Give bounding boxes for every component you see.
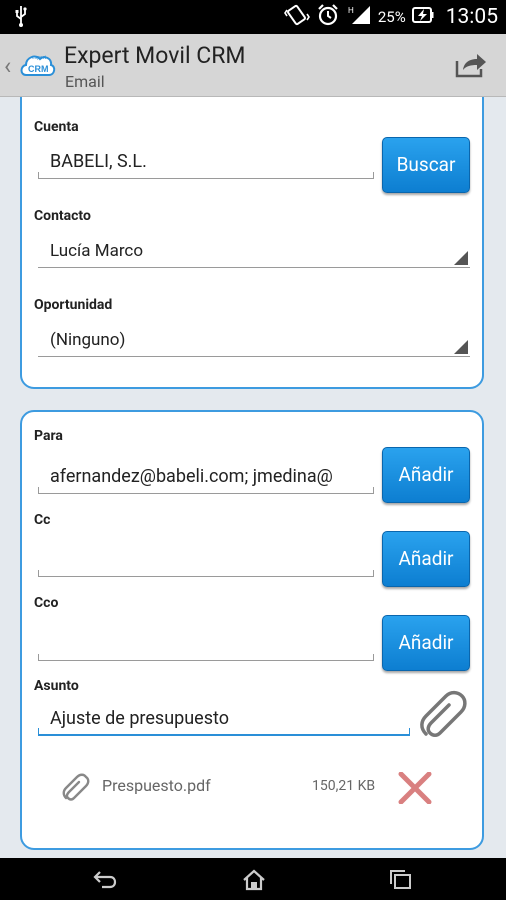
oportunidad-label: Oportunidad xyxy=(34,297,113,313)
attachment-filename[interactable]: Prespuesto.pdf xyxy=(102,776,211,795)
spinner-arrow-icon xyxy=(454,340,468,354)
svg-text:expert: expert xyxy=(32,55,47,61)
oportunidad-value: (Ninguno) xyxy=(50,330,126,350)
back-chevron-icon[interactable]: ‹ xyxy=(4,52,11,80)
svg-text:CRM: CRM xyxy=(28,64,49,74)
oportunidad-spinner[interactable]: (Ninguno) xyxy=(38,325,470,357)
contacto-label: Contacto xyxy=(34,208,91,224)
share-icon[interactable] xyxy=(454,51,488,83)
contacto-value: Lucía Marco xyxy=(50,241,144,261)
nav-recents-icon[interactable] xyxy=(388,869,414,895)
battery-percent: 25% xyxy=(377,8,406,26)
cuenta-label: Cuenta xyxy=(34,119,79,135)
email-card: Para afernandez@babeli.com; jmedina@ Aña… xyxy=(20,410,484,850)
cco-label: Cco xyxy=(34,595,59,611)
signal-icon: H xyxy=(346,4,372,30)
attachment-row: Prespuesto.pdf 150,21 KB xyxy=(22,766,482,806)
buscar-button[interactable]: Buscar xyxy=(382,137,470,193)
cc-field[interactable] xyxy=(38,545,374,577)
cc-add-button[interactable]: Añadir xyxy=(382,531,470,587)
svg-text:H: H xyxy=(348,6,354,15)
nav-home-icon[interactable] xyxy=(241,869,267,895)
para-field[interactable]: afernandez@babeli.com; jmedina@ xyxy=(38,462,374,494)
para-label: Para xyxy=(34,428,63,444)
spinner-arrow-icon xyxy=(454,251,468,265)
cco-add-button[interactable]: Añadir xyxy=(382,615,470,671)
delete-icon[interactable] xyxy=(398,771,432,808)
clock: 13:05 xyxy=(445,5,498,29)
alarm-icon xyxy=(316,3,340,31)
asunto-label: Asunto xyxy=(34,678,79,694)
paperclip-icon[interactable] xyxy=(416,690,472,746)
asunto-field[interactable]: Ajuste de presupuesto xyxy=(38,704,410,736)
usb-icon xyxy=(14,5,28,31)
contacto-spinner[interactable]: Lucía Marco xyxy=(38,236,470,268)
nav-back-icon[interactable] xyxy=(92,869,118,893)
app-title: Expert Movil CRM xyxy=(64,42,246,69)
navigation-bar xyxy=(0,858,506,900)
paperclip-icon xyxy=(60,772,92,808)
para-add-button[interactable]: Añadir xyxy=(382,447,470,503)
app-subtitle: Email xyxy=(65,72,105,91)
cuenta-field[interactable]: BABELI, S.L. xyxy=(38,147,374,179)
status-bar: H 25% 13:05 xyxy=(0,0,506,34)
action-bar: ‹ CRM expert Expert Movil CRM Email xyxy=(0,34,506,97)
attachment-size: 150,21 KB xyxy=(312,778,376,794)
cc-label: Cc xyxy=(34,512,51,528)
battery-icon xyxy=(411,6,434,28)
content-area[interactable]: Cuenta BABELI, S.L. Buscar Contacto Lucí… xyxy=(0,97,506,858)
account-card: Cuenta BABELI, S.L. Buscar Contacto Lucí… xyxy=(20,97,484,389)
cco-field[interactable] xyxy=(38,629,374,661)
app-logo[interactable]: CRM expert xyxy=(18,47,56,89)
vibrate-icon xyxy=(283,4,310,30)
